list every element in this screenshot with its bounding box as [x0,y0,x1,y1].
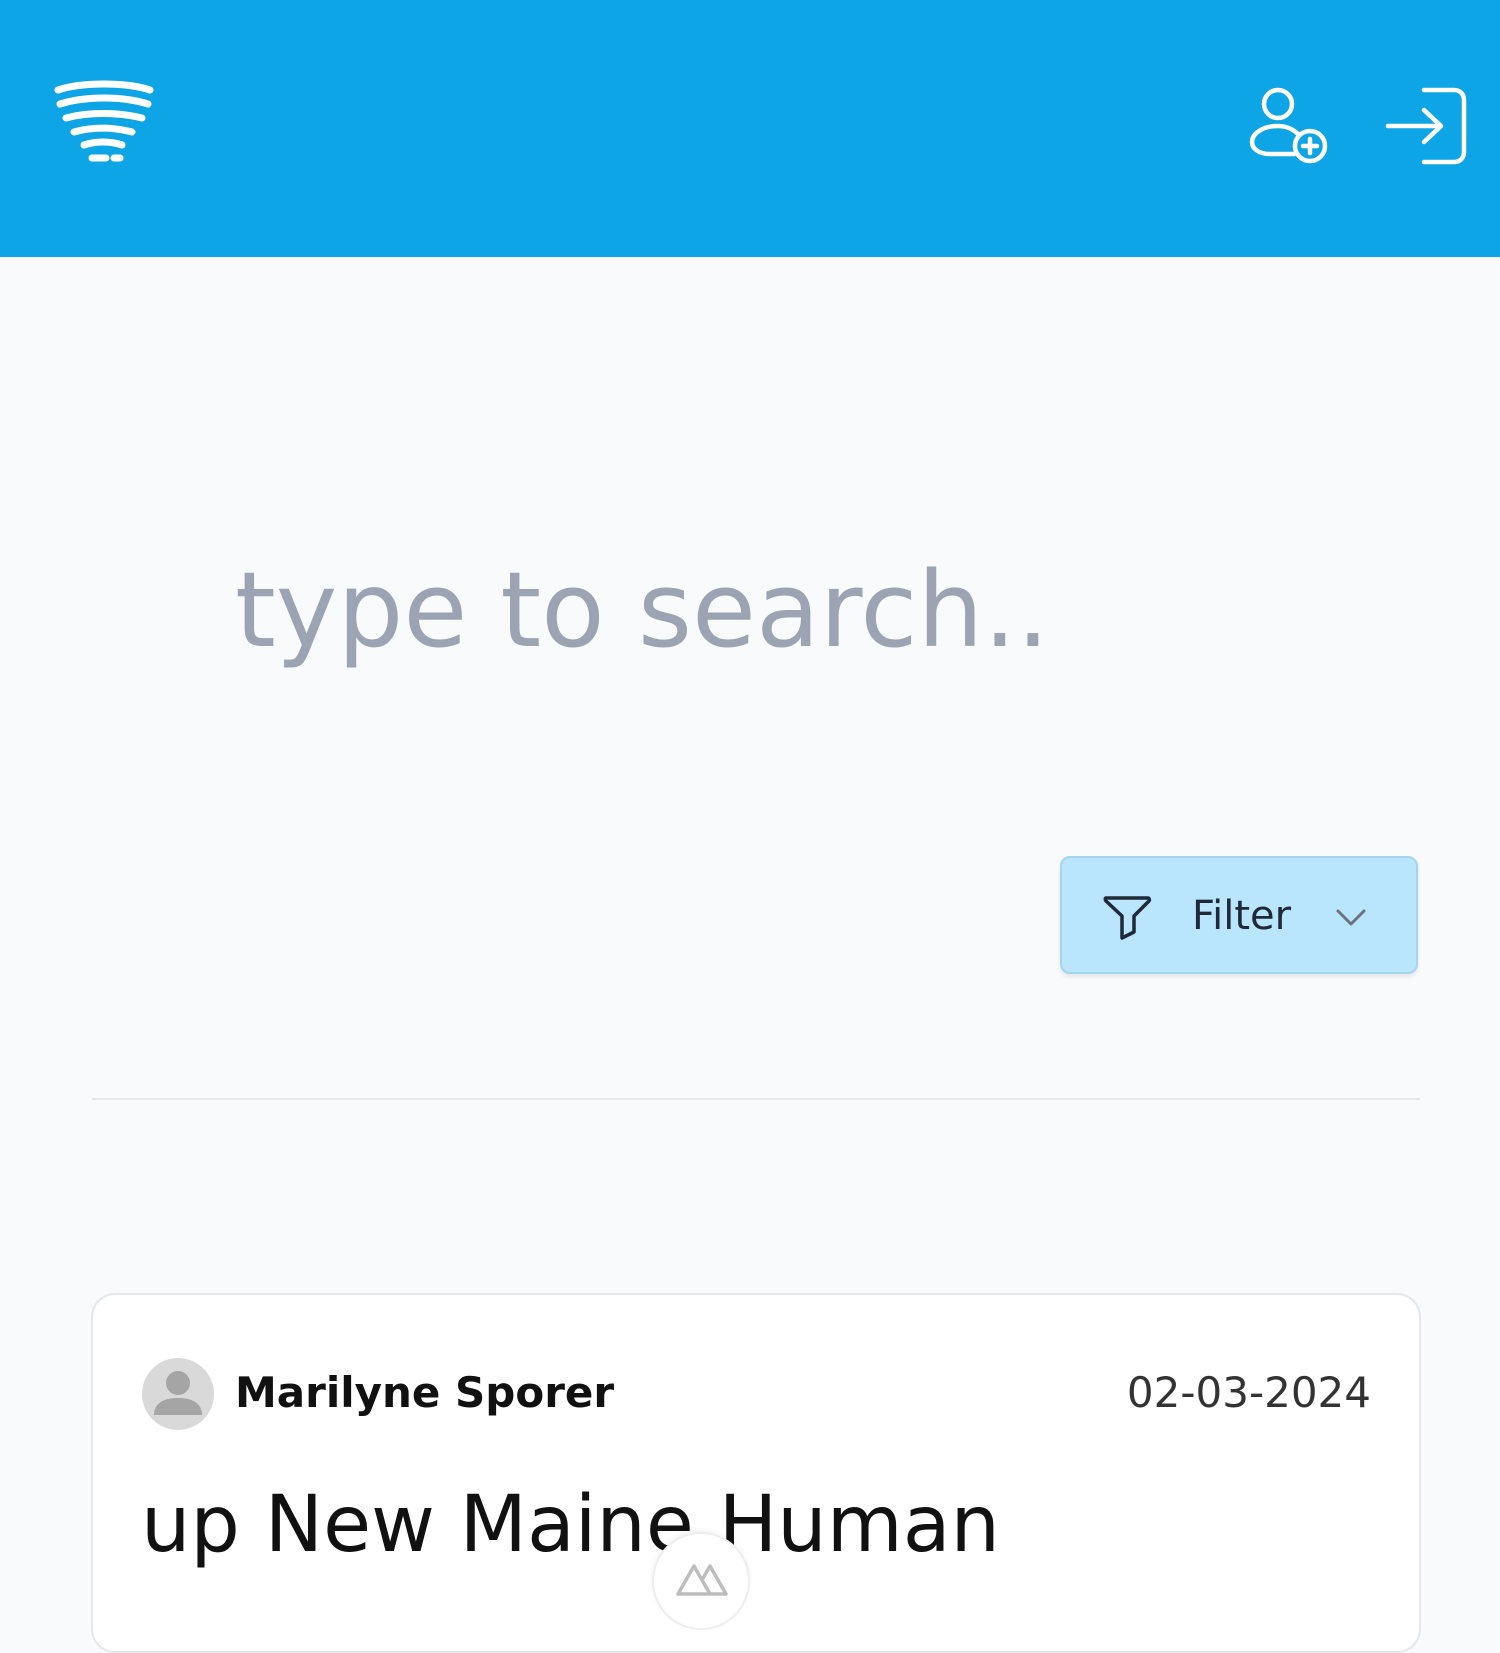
section-divider [92,1098,1420,1100]
nuxt-devtools-button[interactable] [652,1532,750,1630]
post-card[interactable]: Marilyne Sporer 02-03-2024 up New Maine … [91,1293,1421,1653]
post-title[interactable]: up New Maine Human [141,1475,1000,1575]
user-avatar-icon [142,1358,214,1430]
filter-dropdown-button[interactable]: Filter [1060,856,1418,974]
tornado-logo-icon[interactable] [52,80,156,166]
user-plus-icon [1249,87,1328,164]
post-date: 02-03-2024 [1126,1368,1371,1417]
funnel-icon [1103,896,1152,940]
login-button[interactable] [1384,84,1470,170]
top-app-bar [0,0,1500,257]
nuxt-mountain-icon [676,1564,728,1596]
search-input[interactable] [225,530,1275,690]
chevron-down-icon [1336,909,1366,926]
signup-button[interactable] [1248,84,1334,170]
post-author[interactable]: Marilyne Sporer [235,1365,614,1421]
login-arrow-icon [1385,87,1467,165]
filter-label: Filter [1192,893,1292,939]
